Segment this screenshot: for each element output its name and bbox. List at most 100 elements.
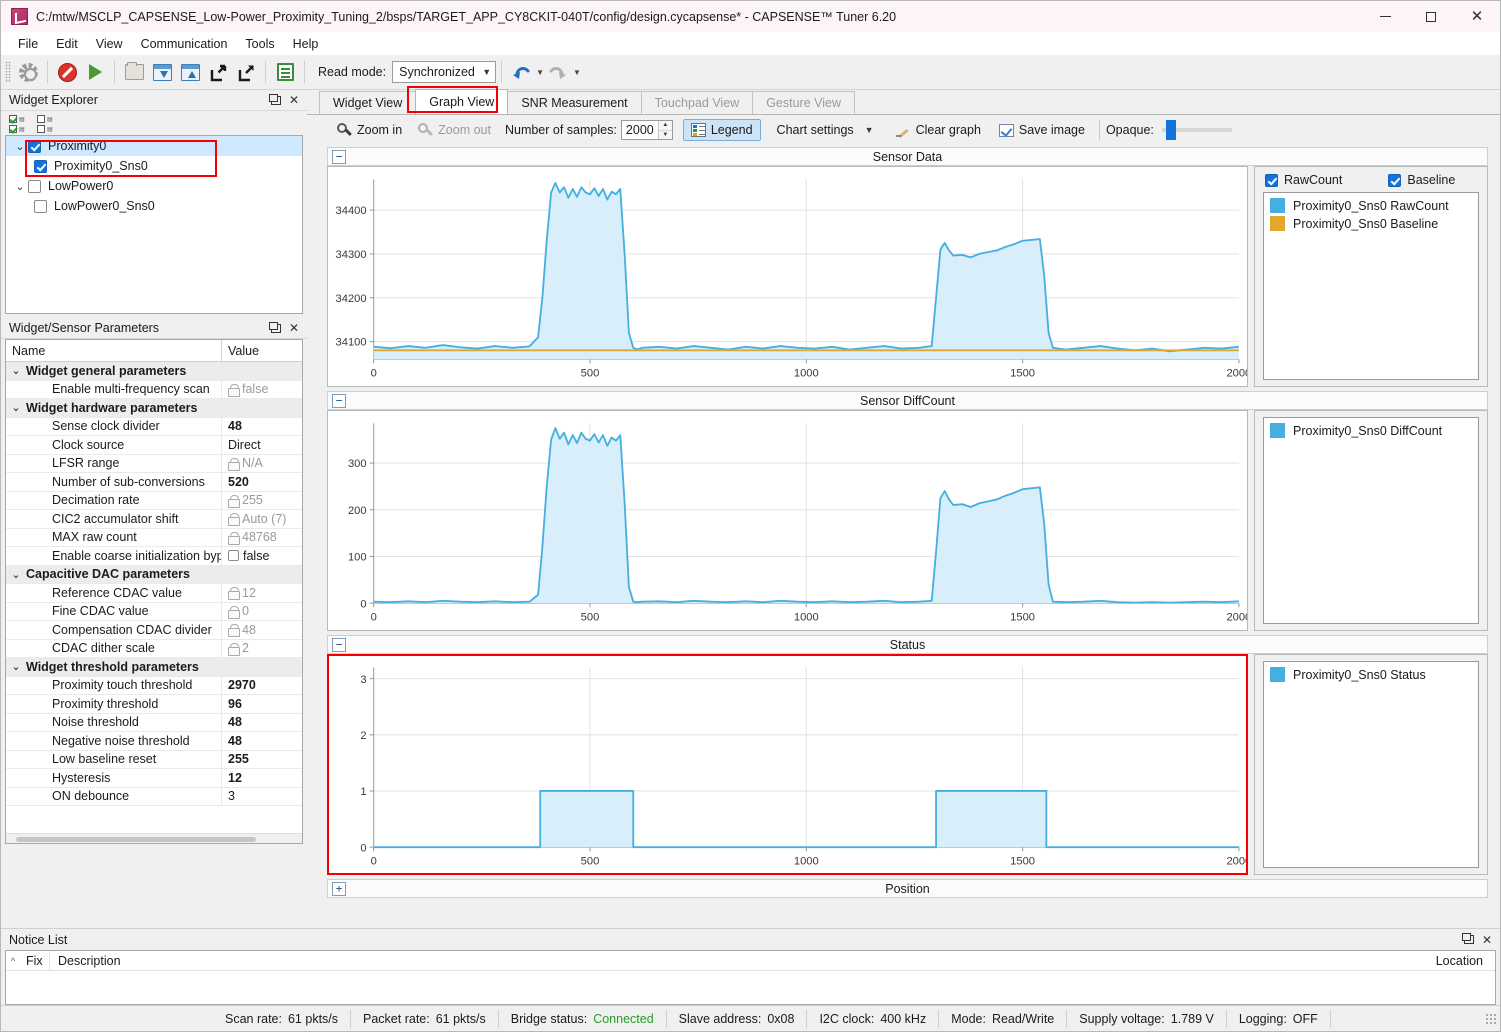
zoom-out-button[interactable]: Zoom out [410,119,499,142]
tree-item-proximity0[interactable]: ⌄ Proximity0 [6,136,302,156]
parameter-value-cell[interactable]: 2970 [222,677,302,695]
toolbar-grip[interactable] [5,61,11,83]
parameter-value-cell[interactable]: 12 [222,769,302,787]
parameters-hscrollbar[interactable] [6,833,302,843]
parameter-row[interactable]: CIC2 accumulator shift Auto (7) [6,510,302,529]
samples-spin-buttons[interactable]: ▲ ▼ [657,121,672,139]
tab-touchpad-view[interactable]: Touchpad View [640,91,754,114]
open-folder-icon[interactable] [120,58,148,86]
status-header[interactable]: − Status [327,635,1488,654]
tree-checkbox[interactable] [34,199,47,213]
parameter-value-cell[interactable]: 48 [222,418,302,436]
parameter-row[interactable]: MAX raw count 48768 [6,528,302,547]
chevron-down-icon[interactable]: ⌄ [12,180,28,193]
redo-dropdown-icon[interactable]: ▼ [573,68,581,77]
parameter-value-cell[interactable]: 255 [222,492,302,510]
status-plot[interactable]: 0 1 2 3 0 500 1000 1500 2000 [327,654,1248,875]
read-to-device-icon[interactable] [148,58,176,86]
tree-checkbox[interactable] [28,139,41,153]
samples-stepper[interactable]: 2000 ▲ ▼ [620,120,673,140]
redo-icon[interactable] [544,58,572,86]
parameter-row[interactable]: LFSR range N/A [6,454,302,473]
read-mode-select[interactable]: Synchronized ▼ [392,61,497,83]
import-icon[interactable] [204,58,232,86]
parameter-group-row[interactable]: ⌄ Widget hardware parameters [6,399,302,418]
parameter-group-row[interactable]: ⌄ Widget general parameters [6,362,302,381]
parameter-value-cell[interactable]: false [222,381,302,399]
parameter-row[interactable]: Proximity threshold 96 [6,695,302,714]
sensor-data-header[interactable]: − Sensor Data [327,147,1488,166]
parameter-value-cell[interactable]: 12 [222,584,302,602]
tree-checkbox[interactable] [28,179,41,193]
parameter-value-cell[interactable]: 48 [222,621,302,639]
rawcount-checkbox-item[interactable]: RawCount [1265,173,1342,187]
parameter-value-cell[interactable]: 3 [222,788,302,806]
parameters-rows[interactable]: ⌄ Widget general parameters Enable multi-f… [6,362,302,833]
parameter-row[interactable]: Reference CDAC value 12 [6,584,302,603]
opacity-slider-thumb[interactable] [1165,120,1176,140]
close-icon[interactable]: ✕ [1478,931,1496,949]
parameter-row[interactable]: Compensation CDAC divider 48 [6,621,302,640]
stop-icon[interactable] [53,58,81,86]
parameter-value-cell[interactable]: 48768 [222,529,302,547]
parameter-value-cell[interactable]: N/A [222,455,302,473]
parameter-value-cell[interactable]: 520 [222,473,302,491]
parameter-row[interactable]: Clock source Direct [6,436,302,455]
tab-widget-view[interactable]: Widget View [319,91,417,114]
parameter-value-cell[interactable]: 0 [222,603,302,621]
float-icon[interactable] [1460,931,1478,949]
maximize-button[interactable] [1408,1,1454,33]
parameter-row[interactable]: Decimation rate 255 [6,491,302,510]
zoom-in-button[interactable]: Zoom in [329,119,410,142]
chevron-down-icon[interactable]: ⌄ [6,364,26,377]
parameter-row[interactable]: Enable coarse initialization bypass false [6,547,302,566]
tab-snr-measurement[interactable]: SNR Measurement [507,91,642,114]
menu-tools[interactable]: Tools [236,35,283,53]
resize-grip[interactable] [1485,1012,1497,1025]
parameter-row[interactable]: Hysteresis 12 [6,769,302,788]
parameter-value-cell[interactable]: Direct [222,436,302,454]
parameter-value-cell[interactable]: 2 [222,640,302,658]
tab-gesture-view[interactable]: Gesture View [752,91,856,114]
opacity-slider[interactable] [1161,120,1232,140]
notice-list-table[interactable]: ^ Fix Description Location [5,950,1496,1005]
tree-item-proximity0-sns0[interactable]: Proximity0_Sns0 [6,156,302,176]
position-header[interactable]: + Position [327,879,1488,898]
close-icon[interactable]: ✕ [285,91,303,109]
tab-graph-view[interactable]: Graph View [415,89,509,114]
widget-tree[interactable]: ⌄ Proximity0 Proximity0_Sns0 ⌄ LowPower0 [5,135,303,314]
baseline-checkbox-item[interactable]: Baseline [1388,173,1455,187]
chart-settings-button[interactable]: Chart settings ▼ [769,119,882,141]
menu-edit[interactable]: Edit [47,35,87,53]
menu-view[interactable]: View [87,35,132,53]
parameter-value-cell[interactable]: Auto (7) [222,510,302,528]
sort-caret-icon[interactable]: ^ [6,956,20,966]
parameter-value-cell[interactable]: false [222,547,302,565]
parameter-group-row[interactable]: ⌄ Widget threshold parameters [6,658,302,677]
parameter-value-cell[interactable]: 48 [222,732,302,750]
menu-help[interactable]: Help [284,35,328,53]
undo-icon[interactable] [507,58,535,86]
close-icon[interactable]: ✕ [285,319,303,337]
parameter-row[interactable]: Noise threshold 48 [6,713,302,732]
rawcount-checkbox[interactable] [1265,173,1278,187]
sensor-diffcount-header[interactable]: − Sensor DiffCount [327,391,1488,410]
play-icon[interactable] [81,58,109,86]
chevron-down-icon[interactable]: ⌄ [12,140,28,153]
parameter-row[interactable]: Proximity touch threshold 2970 [6,676,302,695]
float-icon[interactable] [267,319,285,337]
legend-toggle-button[interactable]: Legend [682,119,761,141]
tree-item-lowpower0-sns0[interactable]: LowPower0_Sns0 [6,196,302,216]
gear-icon[interactable] [14,58,42,86]
sensor-data-plot[interactable]: 34100 34200 34300 34400 0 500 1000 1500 2000 [327,166,1248,387]
sensor-diffcount-plot[interactable]: 0 100 200 300 0 500 1000 1500 2000 [327,410,1248,631]
minimize-button[interactable] [1362,1,1408,33]
parameter-value-cell[interactable]: 48 [222,714,302,732]
tree-checkbox[interactable] [34,159,47,173]
baseline-checkbox[interactable] [1388,173,1402,187]
save-image-button[interactable]: Save image [991,119,1093,141]
parameter-value-cell[interactable]: 255 [222,751,302,769]
chevron-down-icon[interactable]: ⌄ [6,568,26,581]
parameter-value-cell[interactable]: 96 [222,695,302,713]
samples-value[interactable]: 2000 [622,123,658,137]
